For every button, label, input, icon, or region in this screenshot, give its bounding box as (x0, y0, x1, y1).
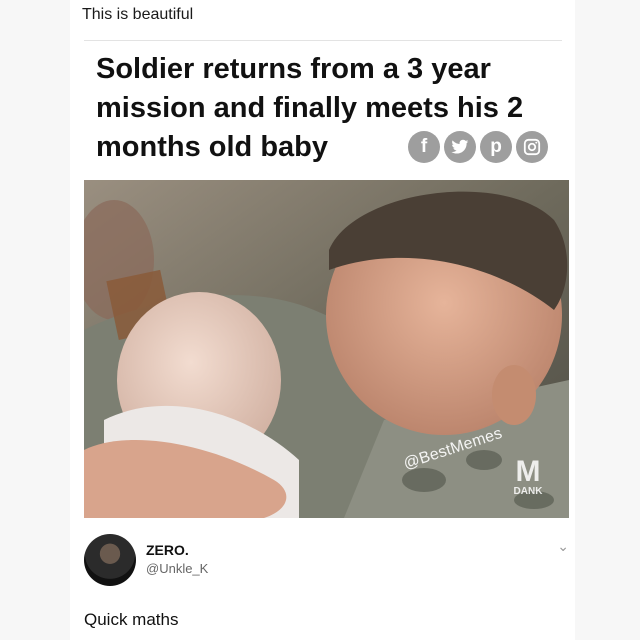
share-icons: f p (408, 131, 548, 163)
instagram-icon[interactable] (516, 131, 548, 163)
photo-illustration (84, 180, 569, 518)
dank-logo: M DANK (509, 455, 547, 498)
user-handle[interactable]: @Unkle_K (146, 561, 208, 576)
reply-text: Quick maths (84, 610, 179, 629)
avatar[interactable] (84, 534, 136, 586)
post-photo: @BestMemes M DANK (84, 180, 569, 518)
chevron-down-icon[interactable]: ⌄ (557, 538, 569, 555)
logo-mark: M (515, 455, 541, 488)
post-caption: This is beautiful (82, 6, 194, 23)
twitter-icon[interactable] (444, 131, 476, 163)
divider (84, 40, 562, 41)
pinterest-icon[interactable]: p (480, 131, 512, 163)
user-name[interactable]: ZERO. (146, 542, 189, 558)
facebook-icon[interactable]: f (408, 131, 440, 163)
reply-tweet: ZERO. @Unkle_K ⌄ Quick maths (84, 530, 569, 640)
logo-text: DANK (513, 486, 543, 497)
